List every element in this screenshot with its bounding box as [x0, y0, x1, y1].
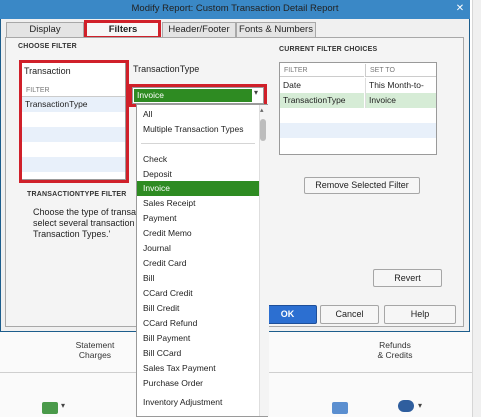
tab-fonts-numbers[interactable]: Fonts & Numbers	[236, 22, 316, 37]
dropdown-option[interactable]: Deposit	[137, 167, 259, 182]
dropdown-scrollbar-thumb[interactable]	[260, 119, 266, 141]
help-button[interactable]: Help	[384, 305, 456, 324]
dropdown-option[interactable]: Inventory Adjustment	[137, 395, 259, 410]
description-line: Transaction Types.'	[33, 229, 111, 239]
description-line: select several transaction ty	[33, 218, 145, 228]
background-scrollbar[interactable]	[472, 0, 481, 417]
dropdown-option[interactable]: Multiple Transaction Types	[137, 122, 259, 137]
dropdown-option[interactable]: Check	[137, 152, 259, 167]
table-row[interactable]	[280, 138, 436, 153]
background-green-icon[interactable]	[42, 402, 58, 414]
people-icon[interactable]	[398, 400, 414, 412]
filter-list-highlight	[19, 60, 129, 183]
dropdown-option[interactable]: Journal	[137, 241, 259, 256]
dropdown-option[interactable]: Payment	[137, 211, 259, 226]
table-cell-filter[interactable]: TransactionType	[280, 93, 364, 108]
dropdown-separator	[141, 143, 255, 144]
transactiontype-label: TransactionType	[133, 64, 200, 74]
dropdown-option[interactable]: Credit Card	[137, 256, 259, 271]
choose-filter-heading: CHOOSE FILTER	[18, 43, 77, 50]
dropdown-option[interactable]: Bill CCard	[137, 346, 259, 361]
tab-header-footer-label: Header/Footer	[168, 24, 230, 35]
scroll-up-icon[interactable]: ▴	[260, 106, 264, 114]
dropdown-scrollbar[interactable]	[259, 105, 269, 416]
table-row[interactable]	[280, 108, 436, 123]
dropdown-option[interactable]: Purchase Order	[137, 376, 259, 391]
dropdown-option[interactable]: Sales Receipt	[137, 196, 259, 211]
dropdown-option-selected[interactable]: Invoice	[137, 181, 259, 196]
table-cell-set-to[interactable]: Invoice	[365, 93, 436, 108]
dropdown-option[interactable]: Bill Payment	[137, 331, 259, 346]
dropdown-option[interactable]: CCard Refund	[137, 316, 259, 331]
chevron-down-icon[interactable]: ▾	[61, 401, 65, 410]
column-header-set-to: SET TO	[365, 64, 436, 77]
tab-display-label: Display	[29, 24, 61, 35]
table-row[interactable]	[280, 123, 436, 138]
chevron-down-icon[interactable]: ▾	[418, 401, 422, 410]
close-icon[interactable]: ✕	[453, 2, 467, 16]
tab-fonts-numbers-label: Fonts & Numbers	[239, 24, 313, 35]
dropdown-option[interactable]: Bill	[137, 271, 259, 286]
transactiontype-filter-heading: TRANSACTIONTYPE FILTER	[27, 191, 127, 198]
dropdown-option[interactable]: Sales Tax Payment	[137, 361, 259, 376]
column-header-filter: FILTER	[280, 64, 364, 77]
background-card-icon[interactable]	[332, 402, 348, 414]
current-filter-choices-heading: CURRENT FILTER CHOICES	[279, 46, 378, 53]
remove-selected-filter-button[interactable]: Remove Selected Filter	[304, 177, 420, 194]
revert-button[interactable]: Revert	[373, 269, 442, 287]
refunds-credits-label[interactable]: Refunds & Credits	[360, 340, 430, 360]
dropdown-option[interactable]: Credit Memo	[137, 226, 259, 241]
tab-display[interactable]: Display	[6, 22, 84, 37]
transactiontype-filter-description: Choose the type of transacti select seve…	[33, 207, 145, 240]
dropdown-option[interactable]: CCard Credit	[137, 286, 259, 301]
dropdown-option[interactable]: Bill Credit	[137, 301, 259, 316]
dropdown-option[interactable]: All	[137, 107, 259, 122]
dialog-title: Modify Report: Custom Transaction Detail…	[131, 3, 339, 14]
tab-header-footer[interactable]: Header/Footer	[162, 22, 236, 37]
transaction-type-dropdown: ▴ All Multiple Transaction Types Check D…	[136, 104, 269, 417]
table-cell-filter[interactable]: Date	[280, 78, 364, 93]
table-cell-set-to[interactable]: This Month-to-date	[365, 78, 436, 105]
statement-charges-label[interactable]: Statement Charges	[60, 340, 130, 360]
cancel-button[interactable]: Cancel	[320, 305, 379, 324]
description-line: Choose the type of transacti	[33, 207, 146, 217]
